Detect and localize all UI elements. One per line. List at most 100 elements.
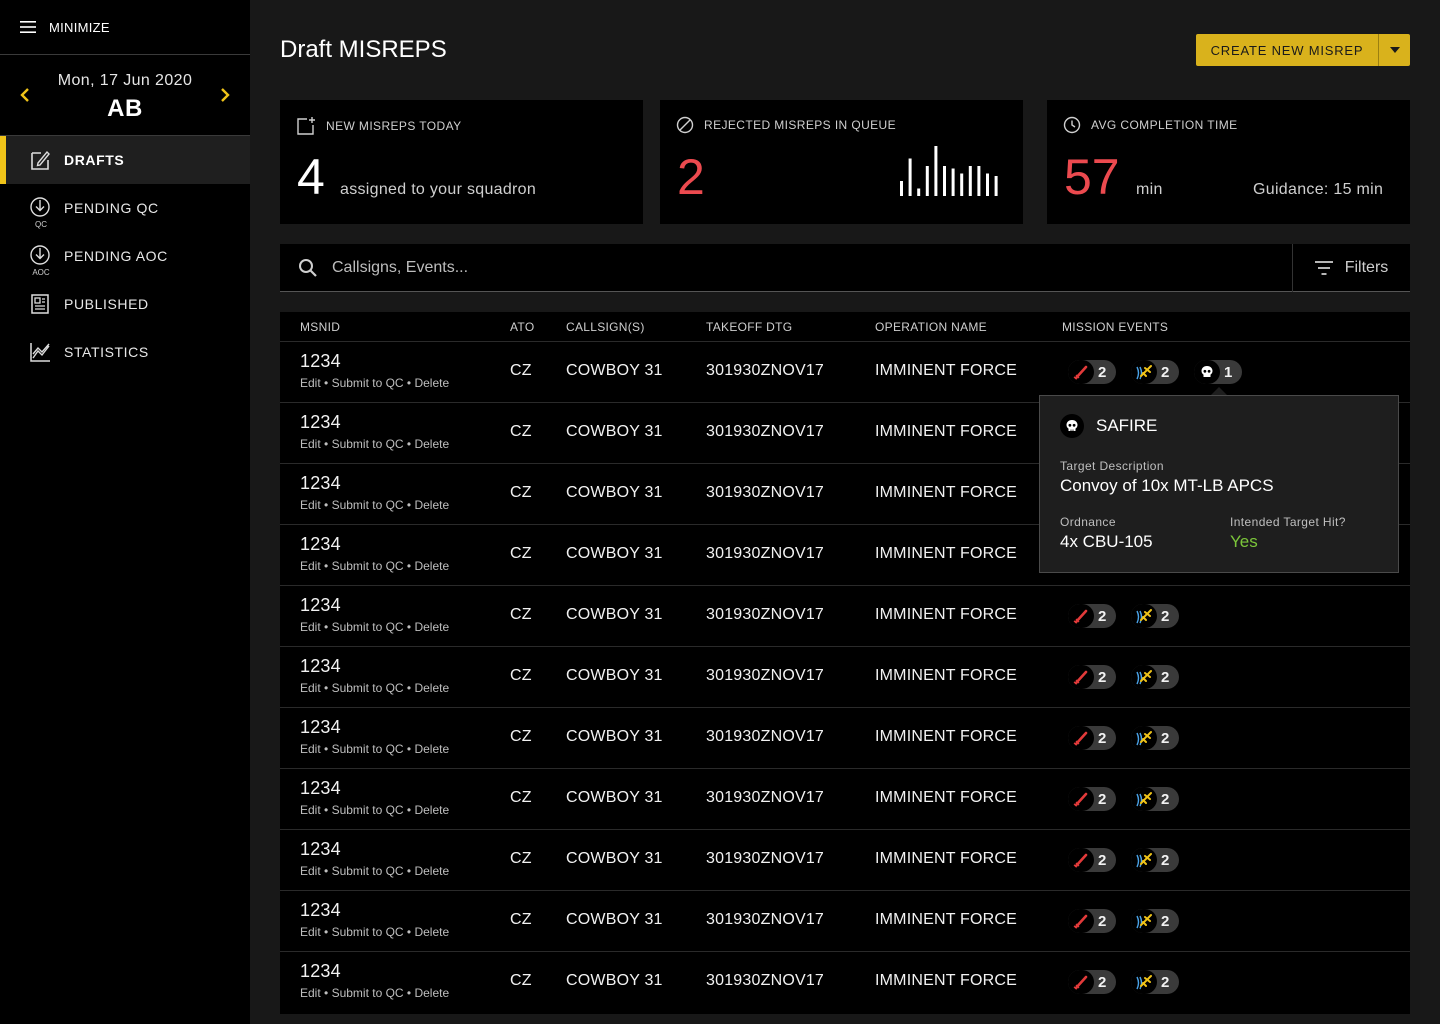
sidebar-item-drafts[interactable]: DRAFTS bbox=[0, 136, 250, 184]
col-operation[interactable]: OPERATION NAME bbox=[875, 320, 987, 334]
strike-event-badge[interactable]: 2 bbox=[1068, 909, 1116, 933]
delete-link[interactable]: Delete bbox=[414, 620, 449, 634]
event-count: 2 bbox=[1161, 607, 1170, 625]
sidebar-item-pending-aoc[interactable]: AOC PENDING AOC bbox=[0, 232, 250, 280]
submit-to-qc-link[interactable]: Submit to QC bbox=[332, 437, 404, 451]
sidebar-item-published[interactable]: PUBLISHED bbox=[0, 280, 250, 328]
edit-link[interactable]: Edit bbox=[300, 681, 321, 695]
strike-event-badge[interactable]: 2 bbox=[1068, 726, 1116, 750]
delete-link[interactable]: Delete bbox=[414, 559, 449, 573]
threat-event-badge[interactable]: 1 bbox=[1194, 360, 1242, 384]
sparkline-bar bbox=[908, 158, 912, 196]
minimize-label: MINIMIZE bbox=[49, 19, 110, 35]
delete-link[interactable]: Delete bbox=[414, 864, 449, 878]
delete-link[interactable]: Delete bbox=[414, 803, 449, 817]
delete-link[interactable]: Delete bbox=[414, 681, 449, 695]
table-row[interactable]: 1234 Edit • Submit to QC • Delete CZ COW… bbox=[280, 769, 1410, 830]
submit-to-qc-link[interactable]: Submit to QC bbox=[332, 620, 404, 634]
delete-link[interactable]: Delete bbox=[414, 498, 449, 512]
avg-completion-unit: min bbox=[1136, 181, 1163, 198]
edit-link[interactable]: Edit bbox=[300, 925, 321, 939]
submit-to-qc-link[interactable]: Submit to QC bbox=[332, 803, 404, 817]
aircraft-event-badge[interactable]: 2 bbox=[1131, 970, 1179, 994]
edit-link[interactable]: Edit bbox=[300, 498, 321, 512]
minimize-button[interactable]: MINIMIZE bbox=[0, 0, 250, 55]
submit-to-qc-link[interactable]: Submit to QC bbox=[332, 986, 404, 1000]
filters-button[interactable]: Filters bbox=[1292, 244, 1410, 292]
delete-link[interactable]: Delete bbox=[414, 986, 449, 1000]
sidebar-item-pending-qc[interactable]: QC PENDING QC bbox=[0, 184, 250, 232]
strike-event-badge[interactable]: 2 bbox=[1068, 970, 1116, 994]
submit-to-qc-link[interactable]: Submit to QC bbox=[332, 681, 404, 695]
edit-link[interactable]: Edit bbox=[300, 803, 321, 817]
missile-icon bbox=[1068, 787, 1094, 811]
rejected-count: 2 bbox=[677, 149, 705, 205]
col-callsign[interactable]: CALLSIGN(S) bbox=[566, 320, 645, 334]
strike-event-badge[interactable]: 2 bbox=[1068, 604, 1116, 628]
table-row[interactable]: 1234 Edit • Submit to QC • Delete CZ COW… bbox=[280, 647, 1410, 708]
msnid-cell: 1234 bbox=[300, 961, 341, 981]
aircraft-event-badge[interactable]: 2 bbox=[1131, 909, 1179, 933]
ato-cell: CZ bbox=[510, 850, 532, 867]
edit-link[interactable]: Edit bbox=[300, 376, 321, 390]
table-row[interactable]: 1234 Edit • Submit to QC • Delete CZ COW… bbox=[280, 952, 1410, 1013]
col-msnid[interactable]: MSNID bbox=[300, 320, 340, 334]
event-count: 2 bbox=[1161, 973, 1170, 991]
strike-event-badge[interactable]: 2 bbox=[1068, 665, 1116, 689]
submit-to-qc-link[interactable]: Submit to QC bbox=[332, 498, 404, 512]
event-count: 2 bbox=[1098, 668, 1107, 686]
missile-icon bbox=[1068, 604, 1094, 628]
create-dropdown-button[interactable] bbox=[1378, 34, 1410, 66]
date-navigator: Mon, 17 Jun 2020 AB bbox=[0, 55, 250, 136]
submit-to-qc-link[interactable]: Submit to QC bbox=[332, 925, 404, 939]
aircraft-event-badge[interactable]: 2 bbox=[1131, 787, 1179, 811]
ato-cell: CZ bbox=[510, 789, 532, 806]
card-label: AVG COMPLETION TIME bbox=[1091, 118, 1238, 132]
edit-link[interactable]: Edit bbox=[300, 742, 321, 756]
edit-link[interactable]: Edit bbox=[300, 864, 321, 878]
search-icon bbox=[299, 258, 317, 277]
table-row[interactable]: 1234 Edit • Submit to QC • Delete CZ COW… bbox=[280, 891, 1410, 952]
strike-event-badge[interactable]: 2 bbox=[1068, 360, 1116, 384]
aircraft-icon bbox=[1131, 360, 1157, 384]
submit-to-qc-link[interactable]: Submit to QC bbox=[332, 559, 404, 573]
sparkline-bar bbox=[986, 173, 989, 196]
submit-to-qc-link[interactable]: Submit to QC bbox=[332, 864, 404, 878]
delete-link[interactable]: Delete bbox=[414, 742, 449, 756]
edit-link[interactable]: Edit bbox=[300, 559, 321, 573]
avg-completion-value: 57 bbox=[1064, 149, 1120, 205]
sparkline-bar bbox=[900, 181, 903, 196]
event-count: 2 bbox=[1098, 851, 1107, 869]
submit-to-qc-link[interactable]: Submit to QC bbox=[332, 376, 404, 390]
submit-to-qc-link[interactable]: Submit to QC bbox=[332, 742, 404, 756]
create-new-misrep-button[interactable]: CREATE NEW MISREP bbox=[1196, 34, 1378, 66]
strike-event-badge[interactable]: 2 bbox=[1068, 787, 1116, 811]
operation-cell: IMMINENT FORCE bbox=[875, 423, 1018, 440]
sidebar-item-statistics[interactable]: STATISTICS bbox=[0, 328, 250, 376]
delete-link[interactable]: Delete bbox=[414, 925, 449, 939]
delete-link[interactable]: Delete bbox=[414, 376, 449, 390]
col-takeoff[interactable]: TAKEOFF DTG bbox=[706, 320, 792, 334]
missile-icon bbox=[1068, 970, 1094, 994]
edit-link[interactable]: Edit bbox=[300, 620, 321, 634]
table-row[interactable]: 1234 Edit • Submit to QC • Delete CZ COW… bbox=[280, 342, 1410, 403]
aircraft-event-badge[interactable]: 2 bbox=[1131, 848, 1179, 872]
strike-event-badge[interactable]: 2 bbox=[1068, 848, 1116, 872]
chevron-right-icon[interactable] bbox=[218, 85, 232, 105]
table-row[interactable]: 1234 Edit • Submit to QC • Delete CZ COW… bbox=[280, 586, 1410, 647]
table-row[interactable]: 1234 Edit • Submit to QC • Delete CZ COW… bbox=[280, 830, 1410, 891]
col-events[interactable]: MISSION EVENTS bbox=[1062, 320, 1168, 334]
edit-link[interactable]: Edit bbox=[300, 986, 321, 1000]
operation-cell: IMMINENT FORCE bbox=[875, 728, 1018, 745]
aircraft-event-badge[interactable]: 2 bbox=[1131, 665, 1179, 689]
aircraft-event-badge[interactable]: 2 bbox=[1131, 360, 1179, 384]
missile-icon bbox=[1068, 909, 1094, 933]
col-ato[interactable]: ATO bbox=[510, 320, 534, 334]
edit-link[interactable]: Edit bbox=[300, 437, 321, 451]
aircraft-event-badge[interactable]: 2 bbox=[1131, 726, 1179, 750]
aircraft-event-badge[interactable]: 2 bbox=[1131, 604, 1179, 628]
search-input[interactable] bbox=[332, 243, 1252, 292]
table-row[interactable]: 1234 Edit • Submit to QC • Delete CZ COW… bbox=[280, 708, 1410, 769]
delete-link[interactable]: Delete bbox=[414, 437, 449, 451]
event-count: 2 bbox=[1161, 912, 1170, 930]
